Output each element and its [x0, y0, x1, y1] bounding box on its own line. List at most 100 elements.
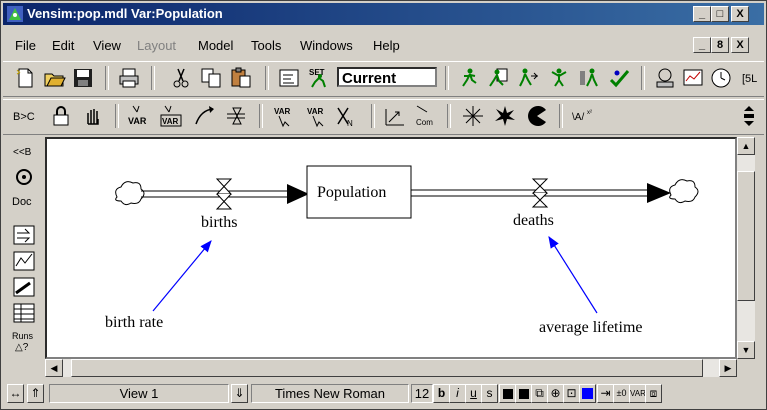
pacman-icon[interactable] — [525, 104, 549, 128]
cause-tree-icon[interactable]: <<B — [11, 139, 37, 163]
strikeout-button[interactable]: s — [481, 384, 498, 403]
scroll-up-button[interactable]: ▲ — [737, 137, 755, 155]
rate-tool-icon[interactable] — [225, 104, 249, 128]
var-format-icon[interactable]: VAR — [629, 384, 646, 403]
maximize-button[interactable]: □ — [711, 6, 729, 22]
minimize-button[interactable]: _ — [693, 6, 711, 22]
runs-icon[interactable]: Runs△? — [11, 329, 37, 353]
line-color-icon[interactable] — [515, 384, 532, 403]
surround-icon[interactable]: ⊡ — [563, 384, 580, 403]
source-cloud-icon[interactable] — [115, 181, 145, 206]
average-lifetime-arrow — [548, 235, 598, 314]
unit-check-icon[interactable]: \A/x² — [571, 104, 595, 128]
sparkle-icon[interactable] — [461, 104, 485, 128]
save-icon[interactable] — [71, 66, 95, 90]
menu-help[interactable]: Help — [373, 38, 400, 53]
scroll-down-button[interactable]: ▼ — [737, 341, 755, 359]
mdi-restore-button[interactable]: 8 — [711, 37, 729, 53]
shape-icon[interactable]: ⧉ — [531, 384, 548, 403]
sink-cloud-icon[interactable] — [669, 179, 699, 204]
view-nav-icon[interactable]: ↔ — [7, 384, 24, 403]
average-lifetime-label[interactable]: average lifetime — [539, 319, 643, 336]
vertical-scrollbar[interactable]: ▲ ▼ — [737, 137, 755, 359]
print-icon[interactable] — [117, 66, 141, 90]
toolbar-separator — [259, 104, 263, 128]
new-model-icon[interactable] — [13, 66, 37, 90]
shadow-variable-icon[interactable]: VAR — [271, 104, 295, 128]
fill-color-icon[interactable] — [579, 384, 596, 403]
explosion-icon[interactable] — [493, 104, 517, 128]
run-name-input[interactable]: Current — [337, 67, 437, 87]
vertical-scroll-thumb[interactable] — [737, 171, 755, 301]
loops-icon[interactable] — [11, 165, 37, 189]
more-tools-icon[interactable]: [5L — [739, 66, 763, 90]
deaths-label[interactable]: deaths — [513, 212, 554, 229]
horizontal-scroll-thumb[interactable] — [71, 359, 703, 377]
mdi-minimize-button[interactable]: _ — [693, 37, 711, 53]
copy-icon[interactable] — [199, 66, 223, 90]
lock-icon[interactable]: B>C — [11, 104, 35, 128]
underline-button[interactable]: u — [465, 384, 482, 403]
view-home-icon[interactable]: ⇑ — [27, 384, 44, 403]
font-selector[interactable]: Times New Roman — [251, 384, 409, 403]
menu-tools[interactable]: Tools — [251, 38, 281, 53]
menu-model[interactable]: Model — [198, 38, 233, 53]
population-label: Population — [317, 184, 386, 201]
number-format-icon[interactable]: ±0 — [613, 384, 630, 403]
position-icon[interactable]: ⊕ — [547, 384, 564, 403]
open-folder-icon[interactable] — [43, 66, 67, 90]
document-icon[interactable]: Doc — [11, 189, 37, 213]
equations-icon[interactable] — [383, 104, 407, 128]
variable-tool-icon[interactable]: VAR — [127, 104, 151, 128]
reality-check-icon[interactable] — [607, 66, 631, 90]
synthesim-icon[interactable] — [487, 66, 511, 90]
paste-icon[interactable] — [229, 66, 253, 90]
mdi-close-button[interactable]: X — [731, 37, 749, 53]
delete-tool-icon[interactable]: N — [335, 104, 359, 128]
causes-strip-icon[interactable] — [11, 223, 37, 247]
menu-windows[interactable]: Windows — [300, 38, 353, 53]
view-selector[interactable]: View 1 — [49, 384, 229, 403]
runs-compare-icon[interactable] — [11, 275, 37, 299]
model-sketch-canvas[interactable]: births Population deaths birth rate aver… — [45, 137, 737, 359]
comment-tool-icon[interactable]: Com — [413, 104, 437, 128]
padlock-icon[interactable] — [49, 104, 73, 128]
birth-rate-label[interactable]: birth rate — [105, 314, 163, 331]
italic-button[interactable]: i — [449, 384, 466, 403]
set-run-icon[interactable]: SET — [307, 66, 331, 90]
deaths-valve-icon[interactable] — [531, 178, 549, 194]
graph-icon[interactable] — [11, 249, 37, 273]
box-variable-tool-icon[interactable]: VAR — [159, 104, 183, 128]
close-button[interactable]: X — [731, 6, 749, 22]
toolbar-scroll-icon[interactable] — [741, 104, 757, 128]
scroll-right-button[interactable]: ▶ — [719, 359, 737, 377]
menu-file[interactable]: File — [15, 38, 36, 53]
output-window-icon[interactable] — [681, 66, 705, 90]
scroll-left-button[interactable]: ◀ — [45, 359, 63, 377]
window-format-icon[interactable]: ⧈ — [645, 384, 662, 403]
control-panel-icon[interactable] — [277, 66, 301, 90]
menu-layout[interactable]: Layout — [137, 38, 176, 53]
births-valve-icon[interactable] — [215, 178, 233, 195]
sensitivity-icon[interactable] — [547, 66, 571, 90]
cut-icon[interactable] — [169, 66, 193, 90]
bold-button[interactable]: b — [433, 384, 450, 403]
clock-icon[interactable] — [709, 66, 733, 90]
optimize-icon[interactable] — [577, 66, 601, 90]
title-bar[interactable]: Vensim:pop.mdl Var:Population _ □ X — [3, 3, 764, 25]
menu-edit[interactable]: Edit — [52, 38, 74, 53]
game-icon[interactable] — [517, 66, 541, 90]
arrow-tool-icon[interactable] — [193, 104, 217, 128]
view-dropdown-button[interactable]: ⇓ — [231, 384, 248, 403]
menu-view[interactable]: View — [93, 38, 121, 53]
hand-move-icon[interactable] — [81, 104, 105, 128]
text-color-icon[interactable] — [499, 384, 516, 403]
network-icon[interactable] — [653, 66, 677, 90]
input-output-icon[interactable]: VAR — [303, 104, 327, 128]
table-icon[interactable] — [11, 301, 37, 325]
births-label[interactable]: births — [201, 214, 237, 231]
simulate-icon[interactable] — [457, 66, 481, 90]
font-size-field[interactable]: 12 — [411, 384, 433, 403]
horizontal-scrollbar[interactable]: ◀ ▶ — [45, 359, 737, 377]
arrow-style-icon[interactable]: ⇥ — [597, 384, 614, 403]
